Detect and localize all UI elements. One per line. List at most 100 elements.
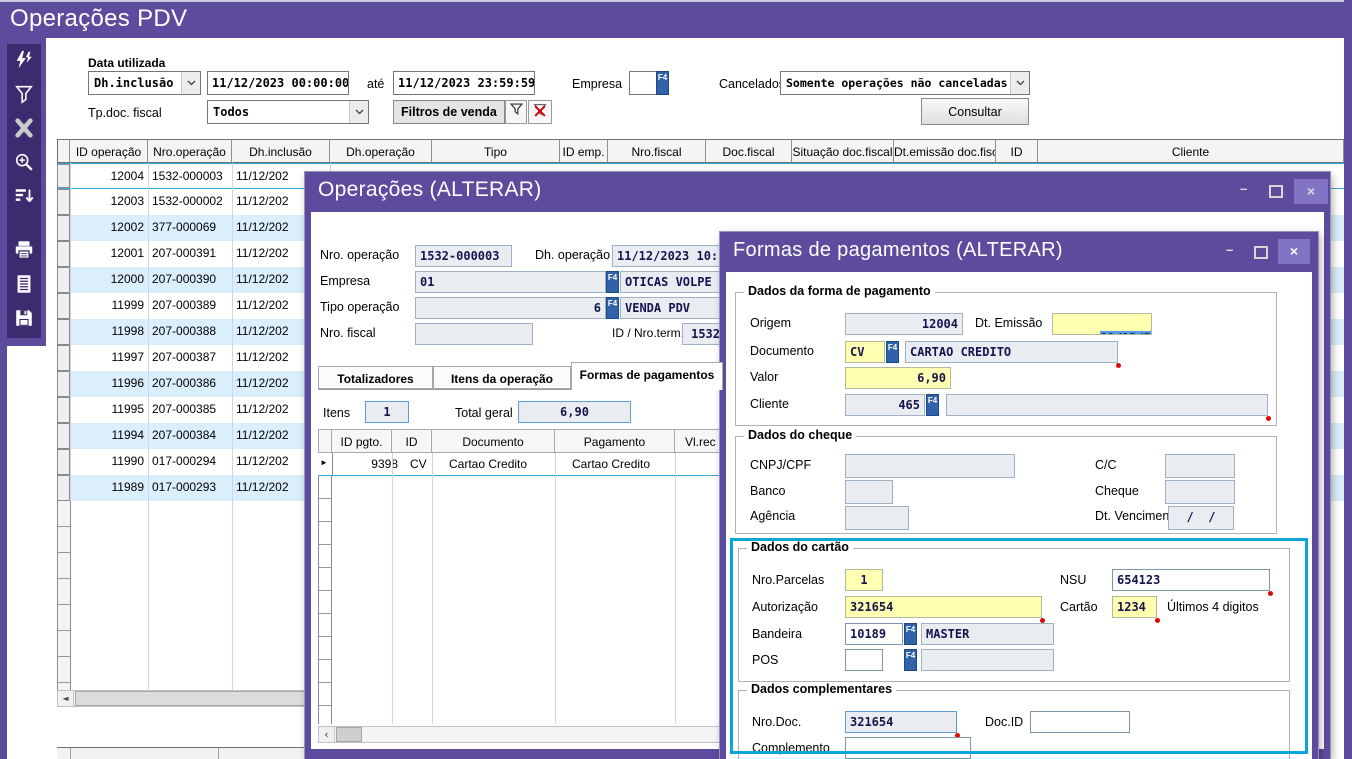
maximize-button[interactable] [1254, 246, 1268, 259]
pos-f4-lookup-button[interactable]: F4 [904, 649, 917, 671]
row-gutter-cell[interactable] [57, 475, 70, 501]
row-gutter-cell[interactable] [57, 267, 70, 293]
date-to-input[interactable]: 11/12/2023 23:59:59 [393, 71, 535, 95]
nro-doc-field[interactable]: 321654 [845, 711, 957, 733]
cell-nro-operacao: 207-000391 [152, 246, 232, 260]
cartao-field[interactable]: 1234 [1112, 596, 1157, 618]
filtros-venda-button[interactable]: Filtros de venda [393, 100, 505, 124]
grid-header-id-emp[interactable]: ID emp. [560, 139, 608, 163]
nro-operacao-field[interactable]: 1532-000003 [415, 245, 512, 267]
row-gutter-cell[interactable] [57, 164, 70, 188]
documento-field[interactable]: CV [845, 341, 885, 363]
row-gutter-cell[interactable] [57, 397, 70, 423]
cnpj-cpf-field[interactable] [845, 454, 1015, 478]
cancelados-combobox[interactable]: Somente operações não canceladas [780, 71, 1030, 95]
grid-header-dt-emissao-doc-fiscal[interactable]: Dt.emissão doc.fiscal [894, 139, 996, 163]
grid-header-cliente[interactable]: Cliente [1038, 139, 1344, 163]
clear-filter-button[interactable] [528, 100, 552, 124]
row-gutter-cell[interactable] [57, 449, 70, 475]
zoom-button[interactable] [9, 150, 39, 178]
scroll-left-arrow[interactable]: ◄ [58, 691, 74, 706]
scroll-thumb[interactable] [336, 727, 362, 742]
payments-header-id-pgto[interactable]: ID pgto. [332, 429, 392, 453]
minimize-button[interactable]: – [1240, 181, 1247, 196]
empresa-f4-lookup-button[interactable]: F4 [606, 271, 619, 293]
tab-itens-da-operacao[interactable]: Itens da operação [433, 366, 571, 389]
grid-header-dh-operacao[interactable]: Dh.operação [330, 139, 432, 163]
cancel-search-button[interactable] [9, 116, 39, 144]
bandeira-field[interactable]: 10189 [845, 623, 903, 645]
cc-field[interactable] [1165, 454, 1235, 478]
save-button[interactable] [9, 306, 39, 334]
valor-field[interactable]: 6,90 [845, 367, 951, 389]
date-type-combobox[interactable]: Dh.inclusão [88, 71, 201, 95]
empresa-filter-input[interactable] [629, 71, 657, 95]
nro-parcelas-field[interactable]: 1 [845, 569, 883, 591]
banco-field[interactable] [845, 480, 893, 504]
agencia-field[interactable] [845, 506, 909, 530]
grid-header-doc-fiscal[interactable]: Doc.fiscal [706, 139, 792, 163]
id-term-field[interactable]: 1532 [682, 323, 725, 345]
grid-header-id[interactable]: ID [996, 139, 1038, 163]
tipo-operacao-f4-lookup-button[interactable]: F4 [606, 297, 619, 319]
row-gutter-cell[interactable] [57, 371, 70, 397]
grid-header-dh-inclusao[interactable]: Dh.inclusão [232, 139, 330, 163]
documento-f4-lookup-button[interactable]: F4 [886, 341, 899, 363]
grid-line [148, 163, 149, 690]
tp-doc-fiscal-combobox[interactable]: Todos [207, 100, 369, 124]
pos-field[interactable] [845, 649, 883, 671]
tab-totalizadores[interactable]: Totalizadores [318, 366, 433, 389]
maximize-button[interactable] [1269, 185, 1283, 198]
cheque-field[interactable] [1165, 480, 1235, 504]
row-gutter-cell[interactable] [57, 241, 70, 267]
autorizacao-field[interactable]: 321654 [845, 596, 1042, 618]
cliente-f4-lookup-button[interactable]: F4 [926, 394, 939, 416]
filter-button[interactable] [9, 82, 39, 110]
dt-vencimento-field[interactable]: / / [1168, 506, 1234, 530]
row-gutter-cell[interactable] [57, 215, 70, 241]
chevron-down-icon[interactable] [349, 101, 368, 123]
close-button[interactable]: × [1294, 179, 1328, 204]
empresa-field[interactable]: 01 [415, 271, 606, 293]
tp-doc-fiscal-value: Todos [213, 105, 249, 119]
apply-filter-button[interactable] [505, 100, 527, 124]
cliente-field[interactable]: 465 [845, 394, 925, 416]
payments-header-documento[interactable]: Documento [432, 429, 555, 453]
print-button[interactable] [9, 238, 39, 266]
funnel-cancel-icon [533, 103, 547, 122]
date-from-input[interactable]: 11/12/2023 00:00:00 [207, 71, 349, 95]
row-gutter-cell[interactable] [57, 423, 70, 449]
payments-header-id[interactable]: ID [392, 429, 432, 453]
payments-header-pagamento[interactable]: Pagamento [555, 429, 675, 453]
chevron-down-icon[interactable] [1010, 72, 1029, 94]
dt-emissao-field[interactable]: 11/12/2023 [1052, 313, 1152, 335]
consultar-button[interactable]: Consultar [921, 98, 1029, 125]
row-gutter-cell[interactable] [57, 189, 70, 215]
close-button[interactable]: × [1278, 239, 1310, 264]
row-gutter-cell[interactable] [57, 345, 70, 371]
grid-header-tipo[interactable]: Tipo [432, 139, 560, 163]
refresh-button[interactable] [9, 48, 39, 76]
sort-button[interactable] [9, 184, 39, 212]
tipo-operacao-field[interactable]: 6 [415, 297, 606, 319]
nro-fiscal-field[interactable] [415, 323, 533, 345]
doc-id-field[interactable] [1030, 711, 1130, 733]
grid-header-situacao-doc-fiscal[interactable]: Situação doc.fiscal [792, 139, 894, 163]
tab-formas-de-pagamentos[interactable]: Formas de pagamentos [571, 362, 723, 390]
grid-header-nro-operacao[interactable]: Nro.operação [148, 139, 232, 163]
grid-line [70, 748, 71, 759]
cell-id-operacao: 11989 [70, 480, 144, 494]
row-gutter-cell[interactable] [57, 293, 70, 319]
empresa-f4-lookup-button[interactable]: F4 [656, 71, 669, 95]
grid-header-nro-fiscal[interactable]: Nro.fiscal [608, 139, 706, 163]
minimize-button[interactable]: – [1226, 242, 1233, 257]
bandeira-f4-lookup-button[interactable]: F4 [904, 623, 917, 645]
chevron-down-icon[interactable] [181, 72, 200, 94]
nsu-field[interactable]: 654123 [1112, 569, 1270, 591]
scroll-left-arrow[interactable]: ‹ [319, 727, 335, 742]
complemento-field[interactable] [845, 737, 971, 759]
grid-header-id-operacao[interactable]: ID operação [70, 139, 148, 163]
report-button[interactable] [9, 272, 39, 300]
row-gutter-cell[interactable] [57, 319, 70, 345]
dh-operacao-field[interactable]: 11/12/2023 10: [612, 245, 727, 267]
